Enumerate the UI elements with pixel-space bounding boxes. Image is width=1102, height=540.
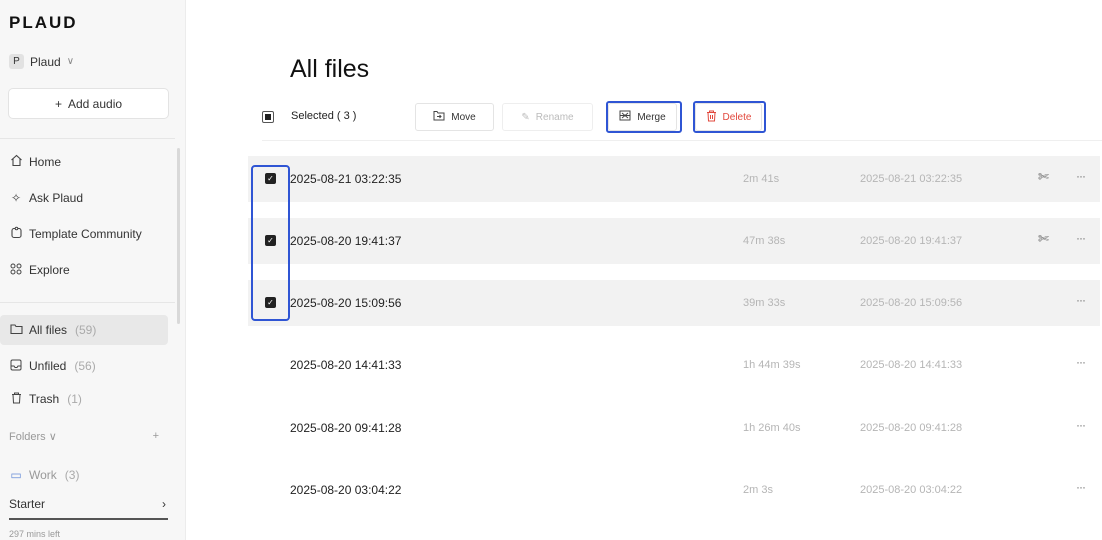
chevron-down-icon: ∨ [48, 431, 57, 443]
file-duration: 1h 44m 39s [743, 359, 801, 371]
file-row[interactable]: ✓ 2025-08-20 15:09:56 39m 33s 2025-08-20… [248, 280, 1100, 326]
item-count: (56) [74, 359, 96, 373]
pencil-icon: ✎ [521, 111, 530, 123]
file-row[interactable]: 2025-08-20 09:41:28 1h 26m 40s 2025-08-2… [248, 405, 1100, 451]
page-title: All files [290, 55, 370, 83]
sidebar-item-label: Unfiled [29, 359, 67, 373]
toolbar-divider [262, 140, 1102, 141]
file-name: 2025-08-20 15:09:56 [290, 296, 402, 310]
workspace-name: Plaud [30, 54, 61, 69]
sidebar-item-label: Work [29, 468, 57, 482]
move-label: Move [451, 111, 476, 123]
item-count: (3) [64, 468, 80, 482]
ai-summary-icon[interactable]: ✄ [1038, 169, 1049, 185]
file-name: 2025-08-20 09:41:28 [290, 421, 402, 435]
file-date: 2025-08-20 19:41:37 [860, 235, 963, 247]
sidebar-scrollbar[interactable] [177, 148, 180, 324]
file-date: 2025-08-21 03:22:35 [860, 173, 963, 185]
file-date: 2025-08-20 14:41:33 [860, 359, 963, 371]
sparkle-icon: ✧ [10, 191, 22, 205]
file-duration: 39m 33s [743, 297, 786, 309]
delete-highlight [693, 101, 766, 133]
folder-icon: ▭ [10, 468, 22, 482]
file-date: 2025-08-20 03:04:22 [860, 484, 963, 496]
app-window: PLAUD P Plaud ∨ + Add audio Home ✧ Ask P… [0, 0, 1102, 540]
file-date: 2025-08-20 09:41:28 [860, 422, 963, 434]
file-name: 2025-08-20 14:41:33 [290, 358, 402, 372]
home-icon [9, 154, 23, 170]
sidebar-item-label: Ask Plaud [29, 191, 84, 205]
sidebar-item-explore[interactable]: Explore [0, 255, 168, 285]
sidebar-item-trash[interactable]: Trash (1) [0, 384, 168, 414]
sidebar-item-label: Template Community [29, 227, 142, 241]
chevron-down-icon: ∨ [66, 56, 75, 67]
file-duration: 47m 38s [743, 235, 786, 247]
plan-section[interactable]: Starter › [9, 497, 166, 511]
file-row[interactable]: ✓ 2025-08-21 03:22:35 2m 41s 2025-08-21 … [248, 156, 1100, 202]
plan-usage-bar [9, 518, 168, 520]
move-icon [433, 110, 445, 124]
inbox-icon [9, 359, 23, 374]
item-count: (59) [75, 323, 97, 337]
select-all-checkbox[interactable] [262, 111, 274, 123]
more-options-icon[interactable]: ··· [1076, 231, 1086, 245]
file-duration: 1h 26m 40s [743, 422, 801, 434]
rename-button[interactable]: ✎ Rename [502, 103, 593, 131]
folder-icon [9, 323, 23, 338]
sidebar-item-unfiled[interactable]: Unfiled (56) [0, 351, 168, 381]
more-options-icon[interactable]: ··· [1076, 169, 1086, 183]
more-options-icon[interactable]: ··· [1076, 355, 1086, 369]
sidebar-item-home[interactable]: Home [0, 147, 168, 177]
sidebar-item-ask-plaud[interactable]: ✧ Ask Plaud [0, 183, 168, 213]
sidebar-item-label: All files [29, 323, 68, 337]
sidebar: PLAUD P Plaud ∨ + Add audio Home ✧ Ask P… [0, 0, 186, 540]
brand-logo: PLAUD [9, 13, 78, 32]
merge-highlight [606, 101, 682, 133]
sidebar-item-work-folder[interactable]: ▭ Work (3) [0, 460, 168, 490]
add-audio-label: Add audio [67, 96, 123, 111]
sidebar-divider [0, 138, 175, 139]
file-row[interactable]: ✓ 2025-08-20 19:41:37 47m 38s 2025-08-20… [248, 218, 1100, 264]
file-name: 2025-08-20 03:04:22 [290, 483, 402, 497]
folders-label: Folders [9, 431, 46, 443]
grid-icon [9, 263, 23, 278]
add-folder-icon[interactable]: + [153, 430, 159, 443]
template-icon [9, 226, 23, 242]
sidebar-item-label: Home [29, 155, 62, 169]
sidebar-item-label: Explore [29, 263, 70, 277]
sidebar-item-all-files[interactable]: All files (59) [0, 315, 168, 345]
selected-count: Selected ( 3 ) [291, 110, 357, 122]
file-row[interactable]: 2025-08-20 03:04:22 2m 3s 2025-08-20 03:… [248, 467, 1100, 513]
selection-toolbar: Selected ( 3 ) Move ✎ Rename Merge Delet… [262, 103, 1102, 141]
sidebar-item-label: Trash [29, 392, 60, 406]
file-duration: 2m 41s [743, 173, 780, 185]
plan-name: Starter [9, 497, 46, 511]
add-audio-button[interactable]: + Add audio [8, 88, 169, 119]
sidebar-item-template-community[interactable]: Template Community [0, 219, 168, 249]
move-button[interactable]: Move [415, 103, 494, 131]
sidebar-divider [0, 302, 175, 303]
trash-icon [9, 392, 23, 407]
minutes-left: 297 mins left [9, 529, 61, 539]
item-count: (1) [67, 392, 82, 406]
file-name: 2025-08-21 03:22:35 [290, 172, 402, 186]
plus-icon: + [54, 96, 62, 111]
file-duration: 2m 3s [743, 484, 773, 496]
chevron-right-icon: › [162, 497, 166, 511]
folders-header[interactable]: Folders ∨ + [9, 430, 159, 443]
workspace-switcher[interactable]: P Plaud ∨ [9, 54, 74, 69]
more-options-icon[interactable]: ··· [1076, 418, 1086, 432]
file-name: 2025-08-20 19:41:37 [290, 234, 402, 248]
more-options-icon[interactable]: ··· [1076, 480, 1086, 494]
workspace-avatar: P [9, 54, 24, 69]
file-row[interactable]: 2025-08-20 14:41:33 1h 44m 39s 2025-08-2… [248, 342, 1100, 388]
more-options-icon[interactable]: ··· [1076, 293, 1086, 307]
rename-label: Rename [535, 111, 574, 123]
file-date: 2025-08-20 15:09:56 [860, 297, 963, 309]
ai-summary-icon[interactable]: ✄ [1038, 231, 1049, 247]
checkbox-highlight [251, 165, 290, 321]
